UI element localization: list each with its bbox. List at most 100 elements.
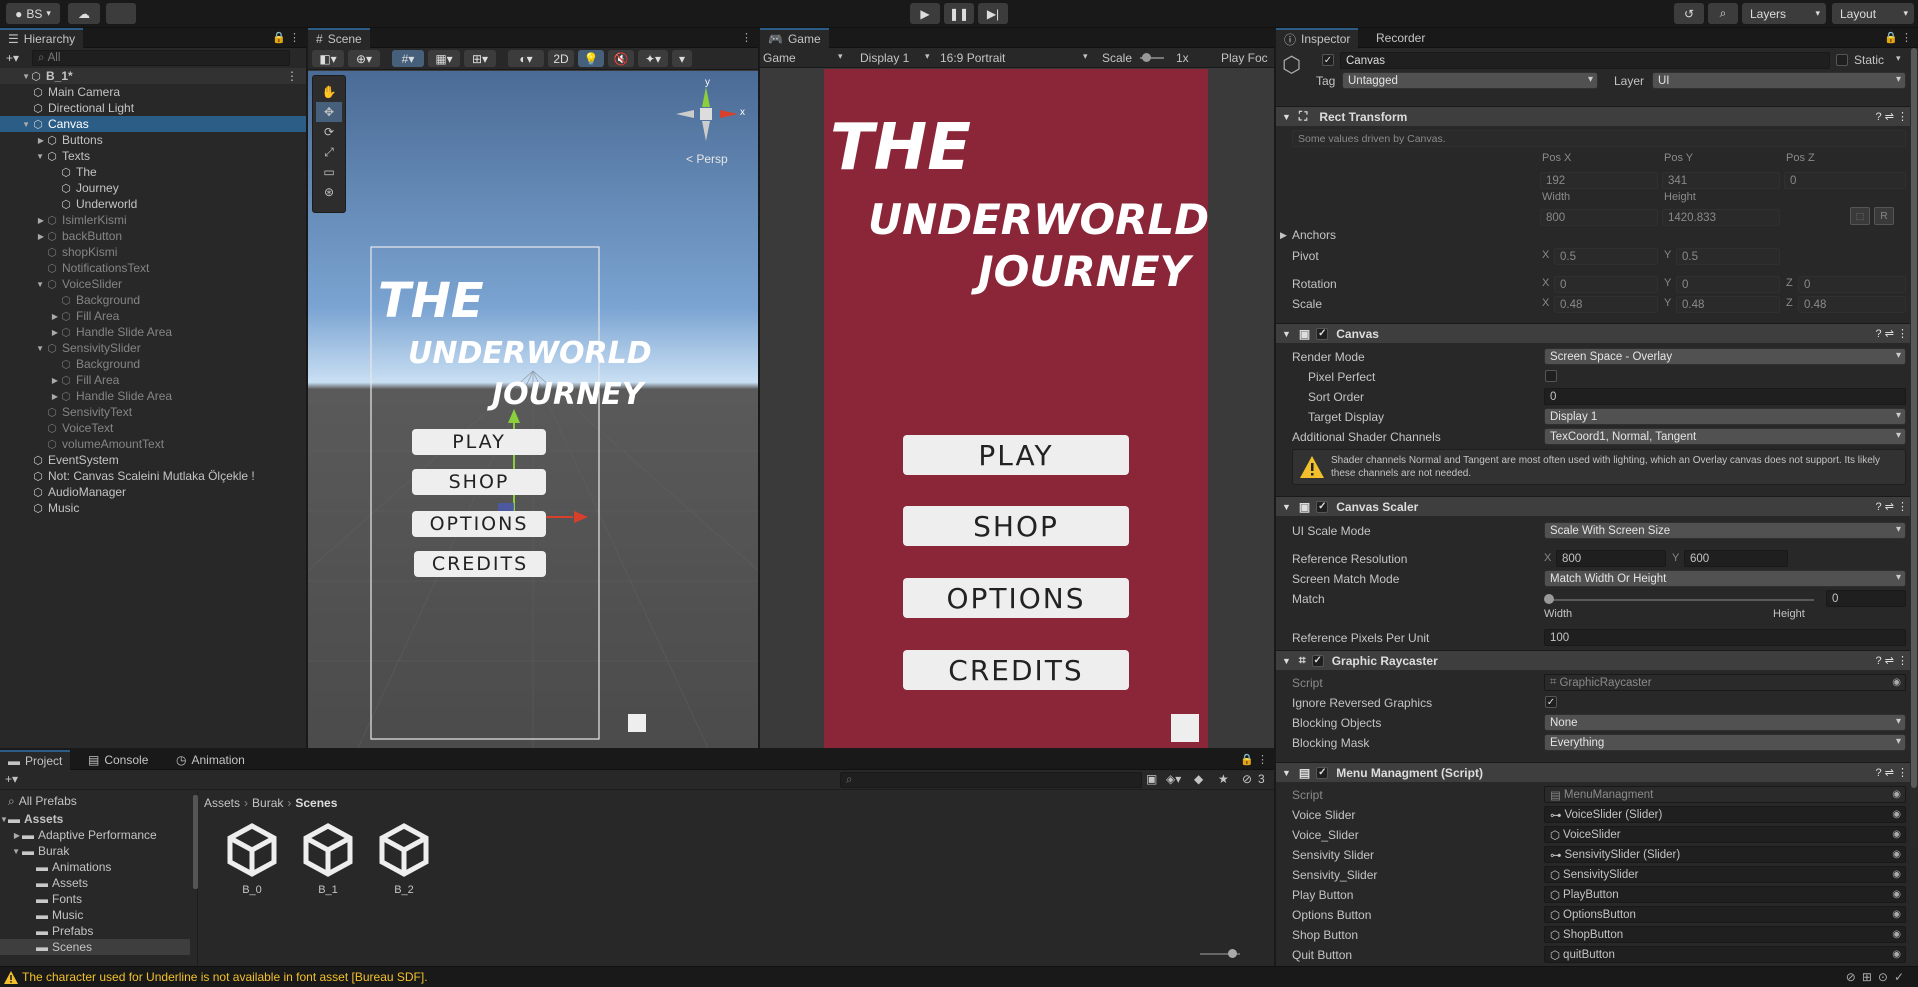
hierarchy-item[interactable]: ⬡ Music xyxy=(0,500,306,516)
project-tree-item[interactable]: ⌕ All Prefabs xyxy=(0,793,190,809)
breadcrumb-burak[interactable]: Burak xyxy=(252,796,283,810)
object-picker-icon[interactable]: ◉ xyxy=(1892,809,1901,820)
scale-y-field[interactable]: 0.48 xyxy=(1676,296,1780,313)
scene-menu-button[interactable]: PLAY xyxy=(412,429,546,455)
status-icons[interactable]: ⊘⊞⊙✓ xyxy=(1846,970,1910,984)
tab-hierarchy[interactable]: ☰ Hierarchy xyxy=(0,28,84,48)
rot-z-field[interactable]: 0 xyxy=(1798,276,1906,293)
menu-field-object-ref[interactable]: ⬡ PlayButton ◉ xyxy=(1544,886,1906,903)
project-tree-item[interactable]: ▬ Music xyxy=(0,907,190,923)
object-name-field[interactable]: Canvas xyxy=(1340,52,1830,69)
add-icon[interactable]: +▾ xyxy=(5,772,18,786)
static-checkbox[interactable] xyxy=(1836,54,1848,66)
project-tree-item[interactable]: ▬ Fonts xyxy=(0,891,190,907)
expand-arrow-icon[interactable]: ▶ xyxy=(0,831,22,840)
panel-menu-icon[interactable]: 🔒 ⋮ xyxy=(272,31,300,44)
game-canvas[interactable]: THE UNDERWORLD JOURNEY PLAY SHOP OPTIONS CR… xyxy=(824,69,1209,748)
expand-arrow-icon[interactable]: ▼ xyxy=(0,120,32,129)
game-menu-button[interactable]: PLAY xyxy=(903,435,1129,475)
hierarchy-item[interactable]: ⬡ Main Camera xyxy=(0,84,306,100)
match-value-field[interactable]: 0 xyxy=(1826,590,1906,607)
anchors-label[interactable]: Anchors xyxy=(1292,228,1336,242)
hierarchy-item[interactable]: ▼ ⬡ Canvas xyxy=(0,116,306,132)
object-picker-icon[interactable]: ◉ xyxy=(1892,929,1901,940)
hierarchy-search-input[interactable]: ⌕ All xyxy=(32,50,290,66)
sort-order-field[interactable]: 0 xyxy=(1544,388,1906,405)
scale-z-field[interactable]: 0.48 xyxy=(1798,296,1906,313)
draw-mode-button[interactable]: ◧▾ xyxy=(312,50,344,67)
rot-x-field[interactable]: 0 xyxy=(1554,276,1658,293)
scene-menu-button[interactable]: OPTIONS xyxy=(412,511,546,537)
aspect-dropdown[interactable]: 16:9 Portrait xyxy=(940,51,1005,65)
pos-x-field[interactable]: 192 xyxy=(1540,172,1658,189)
scale-tool-icon[interactable]: ⤢ xyxy=(316,142,342,162)
menu-field-object-ref[interactable]: ⬡ quitButton ◉ xyxy=(1544,946,1906,963)
snap-button[interactable]: ▦▾ xyxy=(428,50,460,67)
collapse-arrow-icon[interactable]: ▼ xyxy=(1282,768,1291,778)
pivot-y-field[interactable]: 0.5 xyxy=(1676,248,1780,265)
scene-gizmo[interactable]: y x < Persp xyxy=(668,77,748,171)
expand-arrow-icon[interactable]: ▶ xyxy=(0,312,60,321)
hierarchy-item[interactable]: ⬡ VoiceText xyxy=(0,420,306,436)
tab-recorder[interactable]: Recorder xyxy=(1368,28,1433,48)
add-icon[interactable]: +▾ xyxy=(6,51,19,65)
component-menu-icons[interactable]: ? ⇌ ⋮ xyxy=(1876,327,1908,340)
orientation-button[interactable]: ⊕▾ xyxy=(348,50,380,67)
menu-field-object-ref[interactable]: ⬡ SensivitySlider ◉ xyxy=(1544,866,1906,883)
tag-dropdown[interactable]: Untagged xyxy=(1342,72,1598,89)
tab-console[interactable]: ▤ Console xyxy=(80,750,156,770)
hierarchy-item[interactable]: ▶ ⬡ IsimlerKismi xyxy=(0,212,306,228)
component-menu-icons[interactable]: ? ⇌ ⋮ xyxy=(1876,766,1908,779)
menu-field-object-ref[interactable]: ⊶ VoiceSlider (Slider) ◉ xyxy=(1544,806,1906,823)
breadcrumb-assets[interactable]: Assets xyxy=(204,796,240,810)
play-focus-dropdown[interactable]: Play Foc xyxy=(1221,51,1268,65)
inspector-scrollbar[interactable] xyxy=(1910,48,1918,848)
component-menu-icons[interactable]: ? ⇌ ⋮ xyxy=(1876,654,1908,667)
ignore-reversed-checkbox[interactable]: ✓ xyxy=(1545,696,1557,708)
scene-viewport[interactable]: ✋ ✥ ⟳ ⤢ ▭ ⊛ y x < Persp THE UNDERWORLD J… xyxy=(308,71,758,748)
hierarchy-item[interactable]: ⬡ Underworld xyxy=(0,196,306,212)
menu-field-object-ref[interactable]: ⬡ OptionsButton ◉ xyxy=(1544,906,1906,923)
expand-arrow-icon[interactable]: ▼ xyxy=(0,847,22,856)
pixels-per-unit-field[interactable]: 100 xyxy=(1544,629,1906,646)
hierarchy-item[interactable]: ⬡ SensivityText xyxy=(0,404,306,420)
collapse-arrow-icon[interactable]: ▼ xyxy=(1282,112,1291,122)
hierarchy-item[interactable]: ⬡ Directional Light xyxy=(0,100,306,116)
raycaster-enabled-checkbox[interactable]: ✓ xyxy=(1311,654,1324,667)
object-picker-icon[interactable]: ◉ xyxy=(1892,829,1901,840)
tree-scrollbar[interactable] xyxy=(193,795,198,889)
project-search-input[interactable]: ⌕ xyxy=(840,772,1142,788)
rect-transform-header[interactable]: ▼ ⛶ Rect Transform ? ⇌ ⋮ xyxy=(1276,106,1918,126)
increment-button[interactable]: ⊞▾ xyxy=(464,50,496,67)
tab-game[interactable]: 🎮 Game xyxy=(760,28,829,48)
hierarchy-item[interactable]: ⬡ Journey xyxy=(0,180,306,196)
game-view-dropdown[interactable]: Game xyxy=(763,51,796,65)
hierarchy-item[interactable]: ⬡ EventSystem xyxy=(0,452,306,468)
blueprint-icon[interactable]: ⬚ xyxy=(1850,207,1870,225)
ref-y-field[interactable]: 600 xyxy=(1684,550,1788,567)
tab-project[interactable]: ▬ Project xyxy=(0,750,71,770)
render-mode-dropdown[interactable]: Screen Space - Overlay xyxy=(1544,348,1906,365)
match-slider-track[interactable] xyxy=(1548,599,1814,601)
scene-file[interactable]: B_1 xyxy=(298,822,358,898)
raw-edit-icon[interactable]: R xyxy=(1874,207,1894,225)
expand-arrow-icon[interactable]: ▶ xyxy=(0,136,46,145)
hierarchy-item[interactable]: ⬡ Background xyxy=(0,356,306,372)
scene-menu-button[interactable]: CREDITS xyxy=(414,551,546,577)
expand-arrow-icon[interactable]: ▼ xyxy=(0,280,46,289)
scene-row[interactable]: ▼ ⬡ B_1* ⋮ xyxy=(0,68,306,84)
cloud-button[interactable]: ☁ xyxy=(68,3,100,24)
rotate-tool-icon[interactable]: ⟳ xyxy=(316,122,342,142)
project-tree-item[interactable]: ▶ ▬ Adaptive Performance xyxy=(0,827,190,843)
hierarchy-item[interactable]: ⬡ AudioManager xyxy=(0,484,306,500)
gizmos-button[interactable]: ▾ xyxy=(672,50,692,67)
panel-menu-icon[interactable]: 🔒 ⋮ xyxy=(1884,31,1912,44)
component-menu-icons[interactable]: ? ⇌ ⋮ xyxy=(1876,500,1908,513)
scene-file[interactable]: B_2 xyxy=(374,822,434,898)
project-tree-item[interactable]: ▬ Prefabs xyxy=(0,923,190,939)
tab-inspector[interactable]: ⓘ Inspector xyxy=(1276,28,1359,48)
hierarchy-item[interactable]: ▼ ⬡ SensivitySlider xyxy=(0,340,306,356)
project-tree-item[interactable]: ▼ ▬ Assets xyxy=(0,811,190,827)
audio-toggle[interactable]: 🔇 xyxy=(608,50,634,67)
pixel-perfect-checkbox[interactable] xyxy=(1545,370,1557,382)
